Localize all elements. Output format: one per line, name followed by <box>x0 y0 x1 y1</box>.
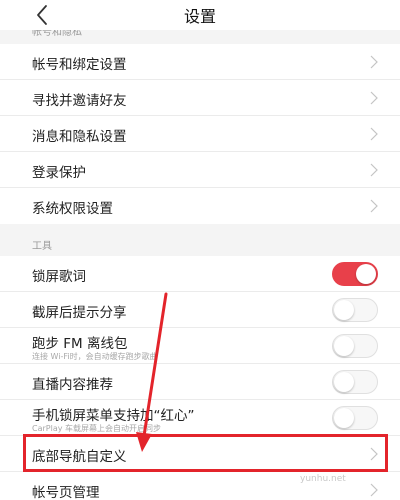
chevron-right-icon <box>370 199 378 213</box>
row-title: 寻找并邀请好友 <box>32 93 127 109</box>
screenshot-share-toggle[interactable] <box>332 298 378 322</box>
settings-row-message-privacy[interactable]: 消息和隐私设置 <box>0 116 400 152</box>
chevron-right-icon <box>370 127 378 141</box>
watermark: yunhu.net <box>300 474 346 484</box>
running-fm-offline-toggle[interactable] <box>332 334 378 358</box>
tools-group: 锁屏歌词 截屏后提示分享 跑步 FM 离线包 连接 Wi-Fi时，会自动缓存跑步… <box>0 256 400 500</box>
toggle-knob <box>334 408 354 428</box>
toggle-knob <box>356 264 376 284</box>
settings-row-system-permissions[interactable]: 系统权限设置 <box>0 188 400 224</box>
settings-row-lock-screen-heart[interactable]: 手机锁屏菜单支持加“红心” CarPlay 车载屏幕上会自动开启同步 <box>0 400 400 436</box>
settings-row-screenshot-share[interactable]: 截屏后提示分享 <box>0 292 400 328</box>
row-title: 帐号页管理 <box>32 485 100 500</box>
section-label-tools: 工具 <box>32 241 52 252</box>
settings-row-login-protection[interactable]: 登录保护 <box>0 152 400 188</box>
row-subtitle: CarPlay 车载屏幕上会自动开启同步 <box>32 424 162 433</box>
row-title: 直播内容推荐 <box>32 377 113 393</box>
settings-row-running-fm-offline[interactable]: 跑步 FM 离线包 连接 Wi-Fi时，会自动缓存跑步歌曲 <box>0 328 400 364</box>
chevron-right-icon <box>370 447 378 461</box>
row-title: 系统权限设置 <box>32 201 113 217</box>
toggle-knob <box>334 336 354 356</box>
account-settings-group: 帐号和绑定设置 寻找并邀请好友 消息和隐私设置 登录保护 系统权限设置 <box>0 44 400 224</box>
chevron-right-icon <box>370 91 378 105</box>
chevron-right-icon <box>370 55 378 69</box>
row-title: 截屏后提示分享 <box>32 305 127 321</box>
toggle-knob <box>334 300 354 320</box>
settings-row-live-recommend[interactable]: 直播内容推荐 <box>0 364 400 400</box>
row-title: 帐号和绑定设置 <box>32 57 127 73</box>
chevron-right-icon <box>370 483 378 497</box>
toggle-knob <box>334 372 354 392</box>
row-title: 消息和隐私设置 <box>32 129 127 145</box>
lock-screen-heart-toggle[interactable] <box>332 406 378 430</box>
row-title: 跑步 FM 离线包 <box>32 336 128 352</box>
row-subtitle: 连接 Wi-Fi时，会自动缓存跑步歌曲 <box>32 352 158 361</box>
row-title: 底部导航自定义 <box>32 449 127 465</box>
settings-row-invite-friends[interactable]: 寻找并邀请好友 <box>0 80 400 116</box>
row-title: 手机锁屏菜单支持加“红心” <box>32 408 195 424</box>
live-recommend-toggle[interactable] <box>332 370 378 394</box>
page-title: 设置 <box>183 7 216 26</box>
settings-row-bottom-nav-custom[interactable]: 底部导航自定义 <box>0 436 400 472</box>
header: 设置 <box>0 0 400 30</box>
row-title: 锁屏歌词 <box>32 269 86 285</box>
chevron-right-icon <box>370 163 378 177</box>
settings-row-account-binding[interactable]: 帐号和绑定设置 <box>0 44 400 80</box>
lock-screen-lyrics-toggle[interactable] <box>332 262 378 286</box>
row-title: 登录保护 <box>32 165 86 181</box>
settings-row-lock-screen-lyrics[interactable]: 锁屏歌词 <box>0 256 400 292</box>
